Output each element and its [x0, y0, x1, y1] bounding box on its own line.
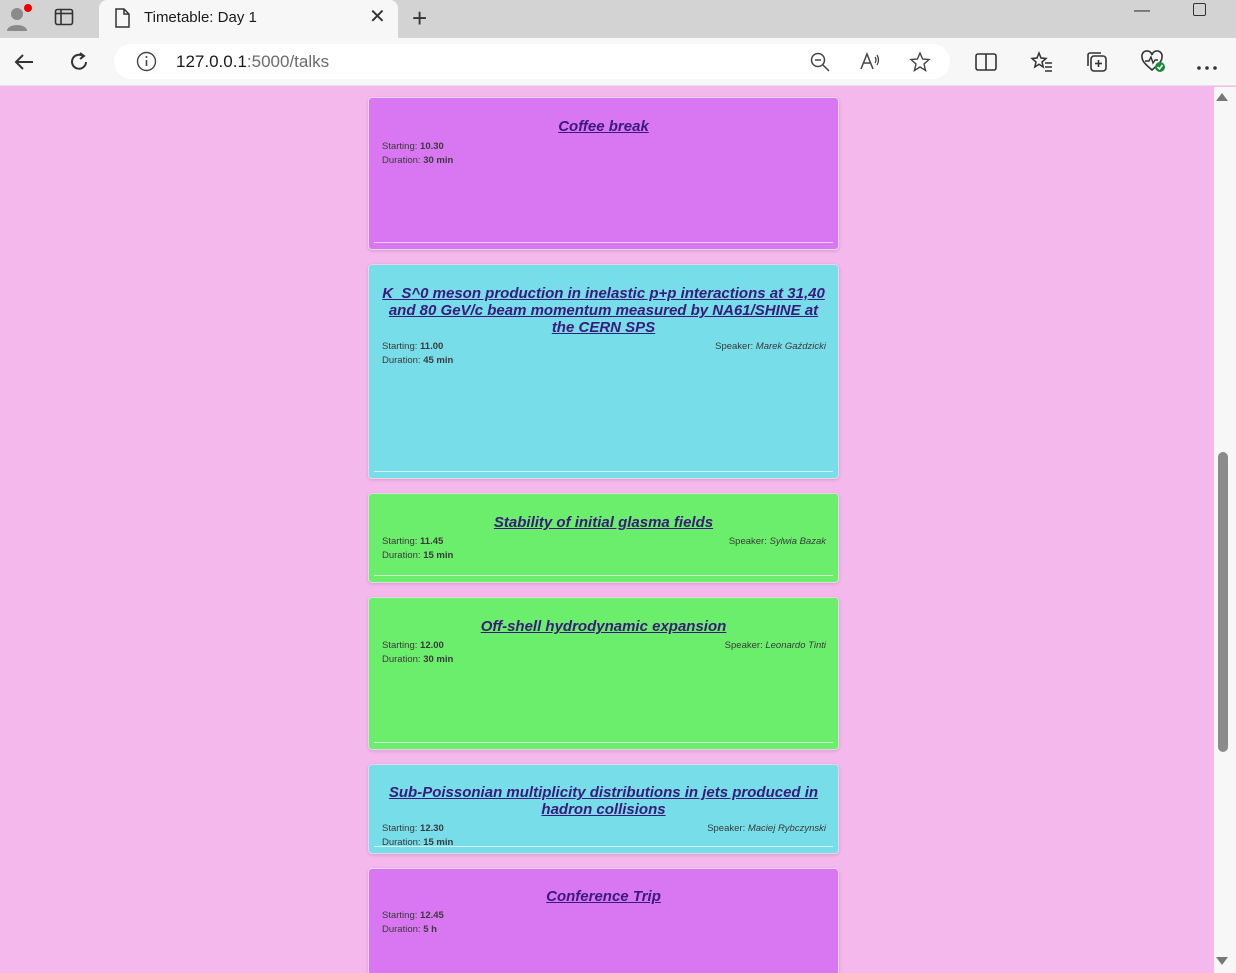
card-divider	[374, 471, 833, 472]
more-menu-icon[interactable]	[1196, 58, 1218, 76]
talk-times: Starting: 12.00 Duration: 30 min	[382, 640, 454, 665]
talk-title-link[interactable]: Off-shell hydrodynamic expansion	[369, 618, 838, 635]
talk-speaker: Speaker: Maciej Rybczynski	[707, 823, 826, 834]
talk-card: Sub-Poissonian multiplicity distribution…	[368, 764, 839, 854]
scroll-down-arrow-icon[interactable]	[1216, 957, 1228, 965]
talk-title-link[interactable]: Conference Trip	[369, 888, 838, 905]
talk-speaker: Speaker: Sylwia Bazak	[728, 536, 826, 547]
new-tab-icon[interactable]: +	[412, 3, 427, 34]
talk-times: Starting: 12.45 Duration: 5 h	[382, 910, 444, 935]
scroll-thumb[interactable]	[1218, 452, 1228, 752]
refresh-icon[interactable]	[67, 50, 91, 79]
talk-title-link[interactable]: Coffee break	[369, 118, 838, 135]
maximize-icon[interactable]	[1193, 3, 1206, 16]
scroll-up-arrow-icon[interactable]	[1216, 93, 1228, 101]
favorite-star-icon[interactable]	[909, 51, 931, 78]
favorites-icon[interactable]	[1030, 50, 1054, 79]
talk-times: Starting: 11.00 Duration: 45 min	[382, 341, 454, 366]
browser-toolbar: 127.0.0.1:5000/talks	[0, 38, 1236, 86]
talk-title-link[interactable]: Stability of initial glasma fields	[369, 514, 838, 531]
url-text: 127.0.0.1:5000/talks	[176, 52, 330, 71]
talk-speaker: Speaker: Marek Gaździcki	[715, 341, 826, 352]
talk-title-link[interactable]: Sub-Poissonian multiplicity distribution…	[369, 784, 838, 818]
talk-times: Starting: 10.30 Duration: 30 min	[382, 141, 454, 166]
read-aloud-icon[interactable]	[859, 51, 881, 78]
card-divider	[374, 742, 833, 743]
talk-title-link[interactable]: K_S^0 meson production in inelastic p+p …	[369, 285, 838, 336]
timetable-page: Coffee break Starting: 10.30 Duration: 3…	[0, 87, 1214, 973]
tab-actions-icon[interactable]	[54, 7, 74, 32]
talk-card: Off-shell hydrodynamic expansion Startin…	[368, 597, 839, 750]
talk-card: K_S^0 meson production in inelastic p+p …	[368, 264, 839, 479]
talk-speaker: Speaker: Leonardo Tinti	[724, 640, 826, 651]
site-info-icon[interactable]	[136, 51, 157, 77]
browser-essentials-icon[interactable]	[1141, 50, 1167, 79]
tab-title: Timetable: Day 1	[144, 9, 257, 26]
talk-card: Coffee break Starting: 10.30 Duration: 3…	[368, 97, 839, 250]
tab-active[interactable]: Timetable: Day 1 ✕	[99, 0, 398, 38]
card-divider	[374, 242, 833, 243]
address-bar[interactable]: 127.0.0.1:5000/talks	[114, 44, 950, 79]
tab-bar: Timetable: Day 1 ✕ + —	[0, 0, 1236, 38]
card-divider	[374, 846, 833, 847]
back-icon[interactable]	[12, 50, 36, 79]
close-tab-icon[interactable]: ✕	[369, 7, 386, 27]
page-icon	[114, 8, 130, 33]
zoom-out-icon[interactable]	[809, 51, 831, 78]
talk-card: Stability of initial glasma fields Start…	[368, 493, 839, 583]
split-screen-icon[interactable]	[974, 50, 998, 79]
profile-avatar-icon[interactable]	[6, 4, 32, 37]
talk-times: Starting: 11.45 Duration: 15 min	[382, 536, 454, 561]
minimize-icon[interactable]: —	[1134, 2, 1150, 20]
card-divider	[374, 575, 833, 576]
collections-icon[interactable]	[1085, 50, 1109, 79]
talk-card: Conference Trip Starting: 12.45 Duration…	[368, 868, 839, 973]
vertical-scrollbar[interactable]	[1214, 87, 1236, 973]
